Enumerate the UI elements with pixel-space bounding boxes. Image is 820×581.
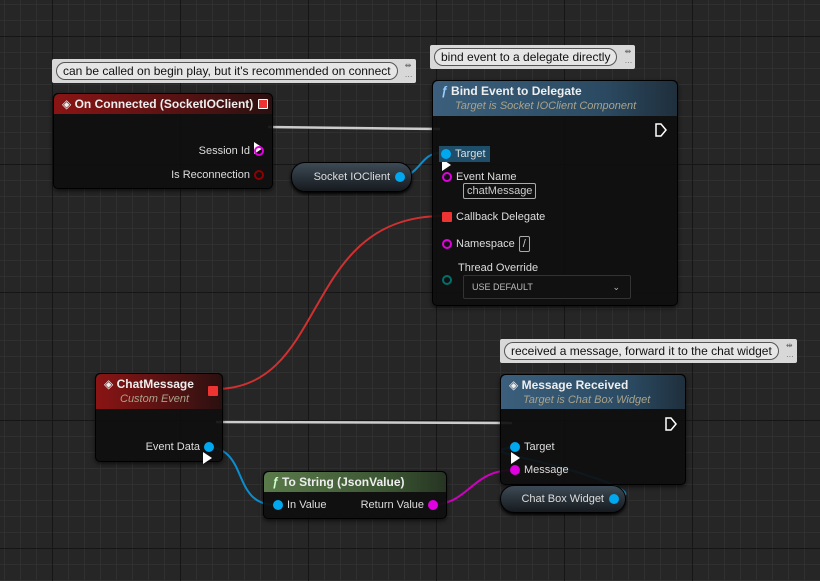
pin-label: Namespace [456,238,515,250]
exec-out-pin[interactable] [655,123,667,137]
pin-label: Return Value [360,499,424,511]
exec-wire-chat [215,420,513,425]
bind-event-node[interactable]: ƒ Bind Event to Delegate Target is Socket… [432,80,678,306]
chat-message-event-node[interactable]: ◈ ChatMessage Custom Event Event Data [95,373,223,464]
chat-box-widget-variable[interactable]: Chat Box Widget [500,485,626,513]
delegate-wire [214,215,444,390]
event-data-pin[interactable] [204,442,214,452]
in-value-pin[interactable] [273,500,283,510]
pin-label: In Value [287,499,327,511]
event-icon: ◈ [509,378,519,392]
target-pin[interactable] [441,149,451,159]
pin-label: Is Reconnection [171,169,250,181]
event-name-pin[interactable] [442,172,452,182]
comment-on-connected[interactable]: can be called on begin play, but it's re… [52,59,416,83]
comment-text: can be called on begin play, but it's re… [56,62,398,80]
event-name-input[interactable]: chatMessage [463,183,537,199]
function-icon: ƒ [441,84,448,98]
object-pin[interactable] [609,494,619,504]
callback-delegate-pin[interactable] [442,212,452,222]
thread-override-pin[interactable] [442,275,452,285]
thread-override-dropdown[interactable]: USE DEFAULT ⌄ [463,275,631,299]
dropdown-value: USE DEFAULT [472,282,533,292]
pin-label: Target [455,148,486,160]
node-title: Bind Event to Delegate [451,84,582,98]
variable-label: Chat Box Widget [521,493,604,505]
node-subtitle: Custom Event [120,393,190,405]
node-title: To String (JsonValue) [282,475,405,489]
on-connected-node[interactable]: ◈ On Connected (SocketIOClient) Session … [53,93,273,189]
exec-out-pin[interactable] [203,452,212,464]
pin-icon[interactable]: ⇹… [624,47,632,65]
pin-label: Target [524,441,555,453]
node-title: Message Received [521,378,629,392]
session-id-pin[interactable] [254,146,264,156]
namespace-input[interactable]: / [518,236,530,252]
exec-out-pin[interactable] [665,417,677,431]
chevron-down-icon: ⌄ [612,281,620,292]
node-subtitle: Target is Socket IOClient Component [455,100,637,112]
event-icon: ◈ [104,377,114,391]
delegate-pin[interactable] [258,99,268,109]
pin-label: Callback Delegate [456,211,546,223]
pin-label: Message [524,464,569,476]
function-icon: ƒ [272,475,279,489]
node-title: ChatMessage [116,377,194,391]
pin-label: Session Id [198,145,250,157]
is-reconnection-pin[interactable] [254,170,264,180]
pin-icon[interactable]: ⇹… [786,341,794,359]
comment-text: bind event to a delegate directly [434,48,618,66]
delegate-pin[interactable] [208,386,218,396]
namespace-pin[interactable] [442,239,452,249]
pin-icon[interactable]: ⇹… [405,61,413,79]
comment-message[interactable]: received a message, forward it to the ch… [500,339,797,363]
socket-ioclient-variable[interactable]: Socket IOClient [291,162,412,192]
exec-wire-connected [267,125,441,131]
pin-label: Event Data [145,441,200,453]
return-value-pin[interactable] [428,500,438,510]
node-title: On Connected (SocketIOClient) [74,97,254,111]
object-pin[interactable] [395,172,405,182]
pin-label: Thread Override [458,262,539,274]
variable-label: Socket IOClient [313,171,390,183]
comment-text: received a message, forward it to the ch… [504,342,779,360]
exec-in-pin[interactable] [511,452,520,464]
message-pin[interactable] [510,465,520,475]
message-received-node[interactable]: ◈ Message Received Target is Chat Box Wid… [500,374,686,485]
comment-bind[interactable]: bind event to a delegate directly ⇹… [430,45,636,69]
node-subtitle: Target is Chat Box Widget [523,394,651,406]
event-icon: ◈ [62,97,72,111]
target-pin[interactable] [510,442,520,452]
to-string-node[interactable]: ƒ To String (JsonValue) In Value Return … [263,471,447,519]
pin-label: Event Name [456,171,517,183]
